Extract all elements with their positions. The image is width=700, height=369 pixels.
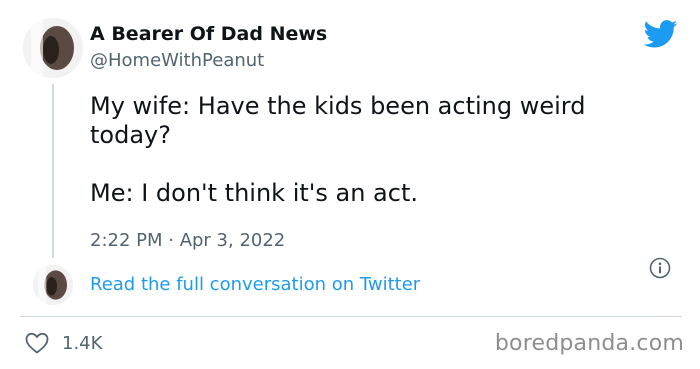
author-display-name[interactable]: A Bearer Of Dad News [90, 23, 327, 45]
tweet-text-line-1: My wife: Have the kids been acting weird… [90, 92, 586, 149]
author-handle[interactable]: @HomeWithPeanut [90, 50, 264, 71]
read-full-conversation-link[interactable]: Read the full conversation on Twitter [90, 274, 420, 295]
thread-connector-line [52, 84, 54, 258]
source-watermark: boredpanda.com [494, 331, 684, 356]
info-icon[interactable] [649, 257, 671, 279]
footer-divider [20, 316, 682, 317]
avatar-photo [33, 265, 73, 305]
like-button[interactable]: 1.4K [24, 330, 102, 356]
twitter-bird-icon[interactable] [644, 20, 678, 48]
like-count: 1.4K [62, 332, 103, 354]
heart-icon [25, 332, 49, 354]
tweet-text: My wife: Have the kids been acting weird… [90, 92, 650, 208]
author-avatar[interactable] [23, 18, 83, 78]
avatar-photo [23, 18, 83, 78]
tweet-text-line-2: Me: I don't think it's an act. [90, 179, 418, 207]
tweet-timestamp[interactable]: 2:22 PM · Apr 3, 2022 [90, 230, 285, 251]
reply-avatar[interactable] [33, 265, 73, 305]
